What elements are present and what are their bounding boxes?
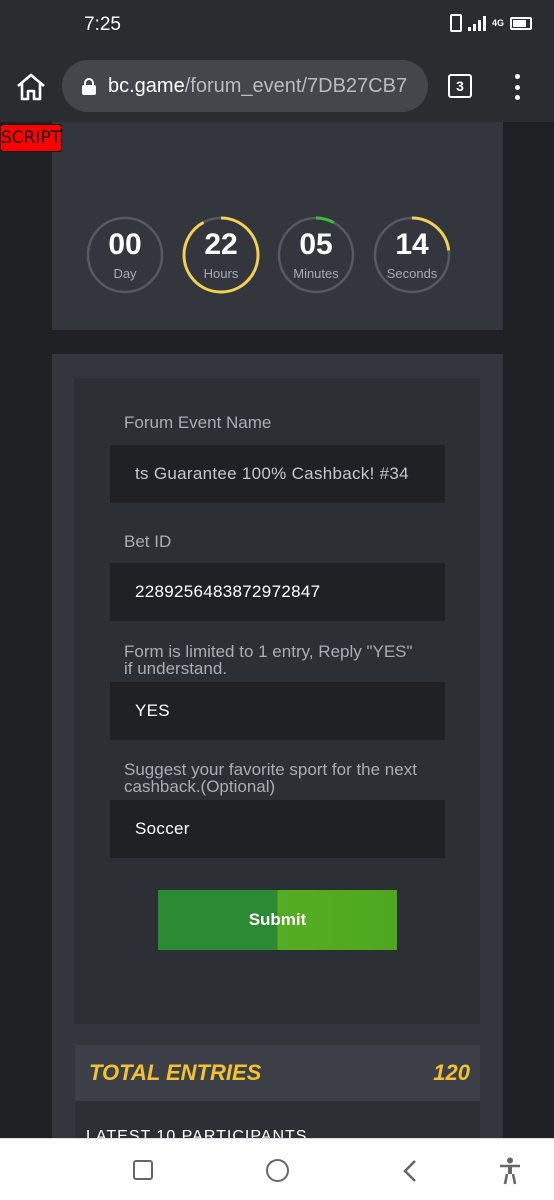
accessibility-icon (500, 1157, 520, 1185)
home-button[interactable] (14, 72, 48, 102)
total-entries-count: 120 (433, 1060, 470, 1085)
timer-label: Minutes (293, 266, 339, 281)
battery-icon (510, 16, 532, 30)
bet-id-field[interactable]: 2289256483872972847 (110, 563, 445, 621)
browser-toolbar: bc.game/forum_event/7DB27CB7 3 (0, 50, 554, 122)
timer-seconds: 14 Seconds (373, 216, 451, 294)
status-bar: 7:25 4G (0, 0, 554, 50)
url-domain: bc.game (108, 74, 185, 97)
total-entries-label: TOTAL ENTRIES (89, 1060, 262, 1085)
network-type-label: 4G (491, 17, 504, 28)
timer-label: Hours (203, 266, 239, 281)
back-button[interactable] (402, 1159, 418, 1188)
timer-value: 14 (395, 228, 429, 261)
timer-days: 00 Day (86, 216, 164, 294)
entry-limit-field[interactable]: YES (110, 682, 445, 740)
entry-limit-label: Form is limited to 1 entry, Reply "YES" … (124, 642, 413, 678)
signal-icon (467, 15, 486, 31)
timer-value: 05 (299, 228, 333, 261)
sport-label: Suggest your favorite sport for the next… (124, 760, 417, 796)
tab-switcher-button[interactable]: 3 (448, 74, 472, 98)
submit-button[interactable]: Submit (158, 890, 397, 950)
sport-field[interactable]: Soccer (110, 800, 445, 858)
timer-value: 22 (204, 228, 238, 261)
menu-dot-icon (514, 84, 520, 90)
accessibility-button[interactable] (499, 1157, 521, 1190)
bet-id-label: Bet ID (124, 532, 172, 551)
home-icon (17, 73, 45, 101)
script-badge[interactable]: SCRIPT (0, 124, 62, 152)
event-name-field[interactable]: ts Guarantee 100% Cashback! #34 (110, 445, 445, 503)
status-icons: 4G (449, 14, 532, 32)
recents-button[interactable] (133, 1160, 153, 1180)
timer-value: 00 (108, 228, 142, 261)
home-nav-button[interactable] (266, 1159, 289, 1182)
overflow-menu-button[interactable] (512, 74, 522, 100)
menu-dot-icon (514, 74, 520, 79)
status-time: 7:25 (84, 14, 121, 35)
back-arrow-icon (403, 1160, 416, 1182)
timer-hours: 22 Hours (182, 216, 260, 294)
timer-label: Day (113, 266, 137, 281)
app-root: 7:25 4G bc.game/forum_event/7DB27CB7 3 S… (0, 0, 554, 1200)
timer-label: Seconds (386, 266, 438, 281)
menu-dot-icon (514, 95, 520, 100)
countdown-panel: 00 Day 22 Hours 05 Minutes 14 Seconds (52, 122, 503, 330)
system-nav-bar (0, 1138, 554, 1200)
vibrate-icon (449, 14, 462, 32)
lock-icon (82, 78, 96, 95)
total-entries-bar: TOTAL ENTRIES 120 (75, 1045, 480, 1101)
event-name-label: Forum Event Name (124, 413, 272, 432)
url-path: /forum_event/7DB27CB7 (184, 74, 408, 97)
timer-minutes: 05 Minutes (277, 216, 355, 294)
address-bar[interactable]: bc.game/forum_event/7DB27CB7 (62, 60, 428, 112)
